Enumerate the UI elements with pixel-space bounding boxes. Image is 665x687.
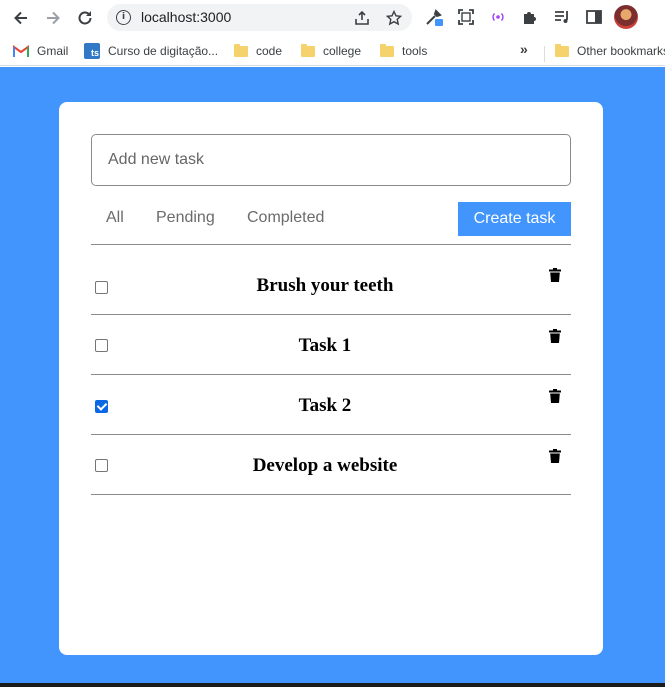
task-title: Develop a website	[252, 455, 398, 476]
bookmark-label: Gmail	[37, 44, 69, 58]
browser-toolbar: i localhost:3000	[0, 0, 665, 36]
bookmark-typescript-course[interactable]: ts Curso de digitação...	[84, 41, 218, 61]
create-task-button[interactable]: Create task	[458, 202, 571, 236]
task-title: Task 2	[298, 395, 352, 416]
folder-icon	[380, 43, 394, 57]
screenshot-extension-icon[interactable]	[456, 7, 476, 27]
media-control-icon[interactable]	[552, 7, 572, 27]
task-item: Task 1	[91, 315, 571, 375]
trash-icon[interactable]	[549, 268, 561, 282]
todo-card: All Pending Completed Create task Brush …	[59, 102, 603, 655]
broadcast-extension-icon[interactable]	[488, 7, 508, 27]
trash-icon[interactable]	[549, 449, 561, 463]
other-bookmarks[interactable]: Other bookmarks	[555, 41, 665, 61]
trash-icon[interactable]	[549, 389, 561, 403]
typescript-icon: ts	[84, 43, 100, 59]
site-info-icon[interactable]: i	[116, 10, 131, 25]
forward-icon[interactable]	[41, 7, 65, 29]
bookmark-gmail[interactable]: Gmail	[13, 41, 68, 61]
bookmark-label: Other bookmarks	[577, 44, 665, 58]
folder-icon	[555, 43, 569, 57]
bookmark-label: tools	[402, 44, 428, 58]
task-item: Brush your teeth	[91, 254, 571, 314]
extensions-puzzle-icon[interactable]	[520, 7, 540, 27]
bookmark-label: code	[256, 44, 283, 58]
bottom-edge	[0, 683, 665, 687]
new-task-input[interactable]	[91, 134, 571, 186]
task-title: Task 1	[298, 335, 352, 356]
address-bar[interactable]: i localhost:3000	[107, 4, 412, 31]
url-text: localhost:3000	[141, 9, 232, 25]
filter-all-button[interactable]: All	[106, 209, 124, 227]
task-divider	[91, 494, 571, 495]
gmail-icon	[13, 45, 29, 57]
header-divider	[91, 244, 571, 245]
side-panel-icon[interactable]	[584, 7, 604, 27]
bookmark-folder-tools[interactable]: tools	[380, 41, 427, 61]
bookmarks-bar: Gmail ts Curso de digitação... code coll…	[0, 36, 665, 66]
back-icon[interactable]	[9, 7, 33, 29]
folder-icon	[234, 43, 248, 57]
folder-icon	[301, 43, 315, 57]
profile-avatar[interactable]	[614, 5, 638, 29]
task-item: Develop a website	[91, 435, 571, 495]
task-item: Task 2	[91, 375, 571, 435]
bookmark-label: Curso de digitação...	[108, 44, 219, 58]
bookmark-star-icon[interactable]	[385, 9, 403, 27]
filter-pending-button[interactable]: Pending	[156, 209, 215, 227]
trash-icon[interactable]	[549, 329, 561, 343]
eyedropper-extension-icon[interactable]	[424, 7, 444, 27]
bookmark-folder-college[interactable]: college	[301, 41, 361, 61]
bookmark-label: college	[323, 44, 362, 58]
share-icon[interactable]	[353, 9, 371, 27]
page-background: All Pending Completed Create task Brush …	[0, 67, 665, 683]
bookmarks-overflow-chevron-icon[interactable]: »	[520, 41, 528, 57]
task-title: Brush your teeth	[256, 275, 394, 296]
filter-completed-button[interactable]: Completed	[247, 209, 324, 227]
bookmark-folder-code[interactable]: code	[234, 41, 282, 61]
bookmarks-separator	[544, 46, 545, 62]
reload-icon[interactable]	[73, 7, 97, 29]
